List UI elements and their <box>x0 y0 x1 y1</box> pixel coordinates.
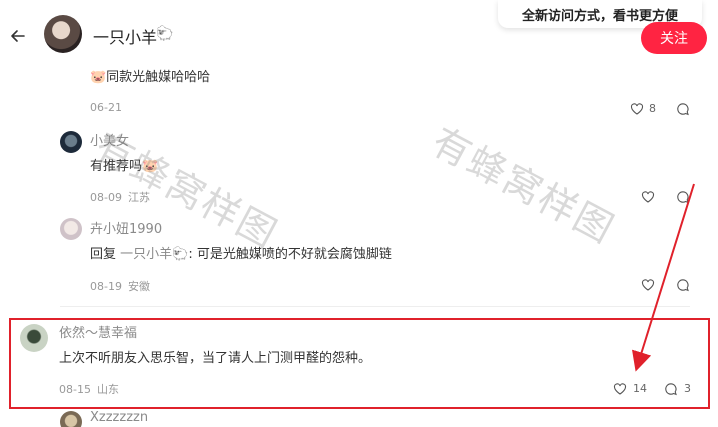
divider <box>60 306 690 307</box>
reply-icon[interactable] <box>676 189 690 204</box>
user-avatar[interactable] <box>60 411 82 427</box>
author-name[interactable]: 一只小羊 <box>93 24 157 48</box>
comment-user[interactable]: Xzzzzzzn <box>90 410 148 425</box>
user-avatar[interactable] <box>60 218 82 240</box>
comment-user[interactable]: 卉小妞1990 <box>90 218 162 237</box>
heart-icon <box>630 101 644 115</box>
reply-target[interactable]: 一只小羊🐑 <box>120 247 188 262</box>
highlight-box <box>9 318 710 409</box>
watermark: 有蜂窝样图 <box>424 119 622 252</box>
reply-icon[interactable] <box>676 277 690 292</box>
comment-date: 06-21 <box>90 101 122 114</box>
like-button[interactable]: 8 <box>630 101 656 115</box>
watermark: 有蜂窝样图 <box>87 124 285 257</box>
reply-icon[interactable] <box>676 101 690 116</box>
back-arrow-icon[interactable] <box>9 27 27 45</box>
heart-icon[interactable] <box>641 277 655 291</box>
user-avatar[interactable] <box>60 131 82 153</box>
sheep-icon: 🐑 <box>156 26 174 42</box>
follow-button[interactable]: 关注 <box>641 22 707 54</box>
author-avatar[interactable] <box>44 15 82 53</box>
like-count: 8 <box>649 101 656 115</box>
comment-text: 🐷同款光触媒哈哈哈 <box>90 70 211 85</box>
comment-meta: 08-19 安徽 <box>90 280 150 293</box>
heart-icon[interactable] <box>641 189 655 203</box>
